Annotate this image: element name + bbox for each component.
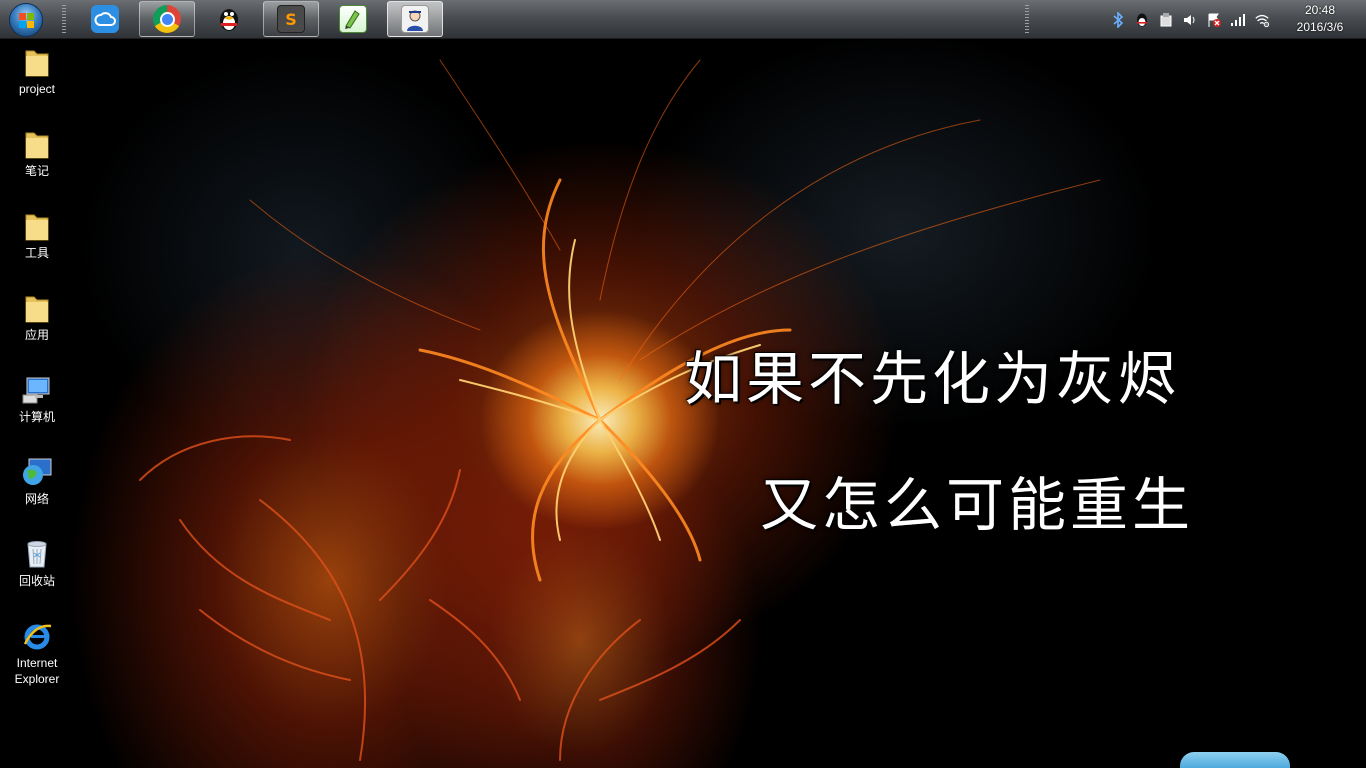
start-button[interactable] (6, 2, 46, 37)
desktop-icon-label: 工具 (24, 246, 49, 260)
desktop-icon-label: 回收站 (18, 574, 55, 588)
signal-bars-icon[interactable] (1230, 12, 1246, 28)
desktop-icon-label: Internet Explorer (14, 656, 60, 686)
desktop-icon-tools[interactable]: 工具 (2, 210, 72, 261)
desktop-icon-project[interactable]: project (2, 46, 72, 97)
folder-icon (21, 46, 53, 78)
volume-icon[interactable] (1182, 12, 1198, 28)
wallpaper-quote-line-1: 如果不先化为灰烬 (684, 345, 1181, 413)
taskbar-chrome-button[interactable] (139, 1, 195, 37)
flag-error-icon[interactable] (1206, 12, 1222, 28)
taskbar-qq-button[interactable] (201, 1, 257, 37)
clock-date: 2016/3/6 (1296, 20, 1344, 34)
network-globe-icon (21, 456, 53, 488)
taskbar-clock[interactable]: 20:48 2016/3/6 (1290, 2, 1350, 36)
taskbar-app-button[interactable] (387, 1, 443, 37)
taskbar-sublime-button[interactable]: S (263, 1, 319, 37)
desktop-icon-recycle-bin[interactable]: 回收站 (2, 538, 72, 589)
desktop-icon-label: 应用 (24, 328, 49, 342)
desktop-icon-notes[interactable]: 笔记 (2, 128, 72, 179)
taskbar: S 20:48 2016/3/6 (0, 0, 1366, 39)
cloud-icon (91, 5, 119, 33)
qq-penguin-icon (215, 5, 243, 33)
taskbar-editor-button[interactable] (325, 1, 381, 37)
chrome-icon (153, 5, 181, 33)
desktop-icon-label: project (18, 82, 56, 96)
app-icon (401, 5, 429, 33)
start-orb-icon (9, 2, 43, 37)
internet-explorer-icon (21, 620, 53, 652)
system-tray (1106, 0, 1274, 39)
folder-icon (21, 292, 53, 324)
usb-device-icon[interactable] (1158, 12, 1174, 28)
desktop-icon-label: 笔记 (24, 164, 49, 178)
desktop-icon-label: 计算机 (18, 410, 55, 424)
taskbar-baidu-netdisk-button[interactable] (77, 1, 133, 37)
qq-tray-icon[interactable] (1134, 12, 1150, 28)
folder-icon (21, 210, 53, 242)
tray-grip[interactable] (1025, 5, 1029, 33)
wallpaper-quote-line-2: 又怎么可能重生 (760, 471, 1195, 539)
folder-icon (21, 128, 53, 160)
computer-icon (21, 374, 53, 406)
sublime-icon: S (277, 5, 305, 33)
desktop-icon-internet-explorer[interactable]: Internet Explorer (2, 620, 72, 687)
taskbar-grip[interactable] (62, 5, 66, 33)
bluetooth-icon[interactable] (1110, 11, 1126, 28)
editor-icon (339, 5, 367, 33)
desktop-icon-network[interactable]: 网络 (2, 456, 72, 507)
network-icon[interactable] (1254, 12, 1270, 28)
desktop-icon-label: 网络 (24, 492, 49, 506)
clock-time: 20:48 (1304, 3, 1336, 17)
recycle-bin-icon (21, 538, 53, 570)
desktop-icon-computer[interactable]: 计算机 (2, 374, 72, 425)
floating-widget-tab[interactable] (1180, 752, 1290, 768)
desktop-icon-apps[interactable]: 应用 (2, 292, 72, 343)
